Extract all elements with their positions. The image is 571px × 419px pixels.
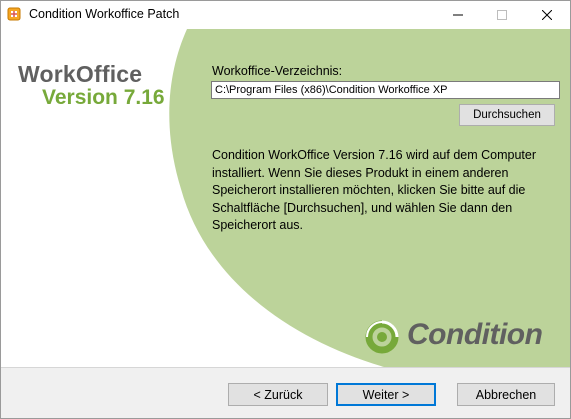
title-bar[interactable]: Condition Workoffice Patch: [1, 1, 570, 29]
installer-window: Condition Workoffice Patch WorkOffice Ve…: [0, 0, 571, 419]
directory-label: Workoffice-Verzeichnis:: [212, 64, 343, 78]
condition-logo-text: Condition: [407, 318, 543, 351]
browse-button[interactable]: Durchsuchen: [459, 104, 555, 126]
close-button[interactable]: [524, 1, 569, 29]
condition-logo-icon: [365, 320, 399, 354]
directory-input[interactable]: [211, 81, 560, 99]
brand-version: Version 7.16: [42, 86, 165, 109]
next-button[interactable]: Weiter >: [336, 383, 436, 406]
cancel-button[interactable]: Abbrechen: [457, 383, 555, 406]
minimize-button[interactable]: [435, 1, 480, 29]
maximize-button[interactable]: [479, 1, 524, 29]
window-title: Condition Workoffice Patch: [29, 7, 180, 21]
info-text: Condition WorkOffice Version 7.16 wird a…: [212, 148, 536, 232]
brand-name: WorkOffice: [18, 61, 143, 87]
close-icon: [541, 10, 552, 20]
minimize-icon: [452, 14, 463, 16]
footer-bar: < Zurück Weiter > Abbrechen: [1, 368, 570, 418]
back-button[interactable]: < Zurück: [228, 383, 328, 406]
maximize-icon: [496, 10, 507, 20]
content-area: WorkOffice Version 7.16 Workoffice-Verze…: [1, 29, 570, 367]
app-icon: [7, 7, 21, 21]
